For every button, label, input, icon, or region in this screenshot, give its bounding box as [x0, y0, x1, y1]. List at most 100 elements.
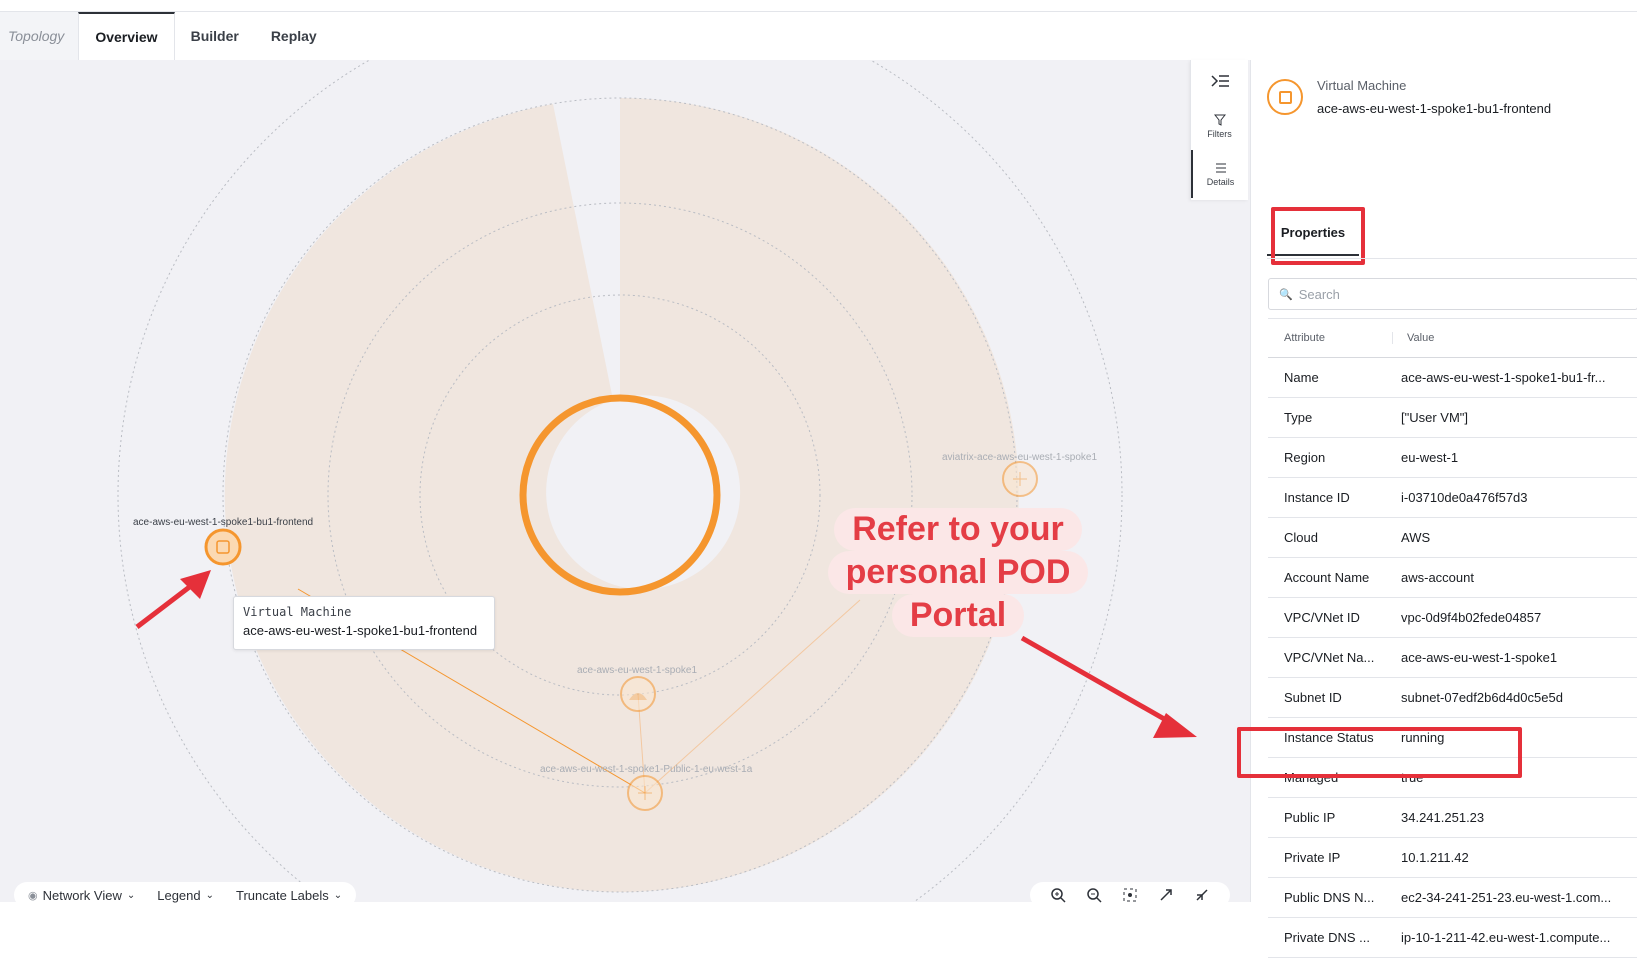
column-attribute[interactable]: Attribute: [1268, 332, 1393, 344]
callout-line-1: Refer to your: [834, 508, 1082, 551]
value-cell: ip-10-1-211-42.eu-west-1.compute...: [1401, 930, 1611, 945]
virtual-machine-icon: [1267, 79, 1303, 115]
legend-dropdown[interactable]: Legend ⌄: [157, 888, 214, 903]
value-cell: eu-west-1: [1401, 450, 1459, 465]
filters-button[interactable]: Filters: [1191, 102, 1248, 150]
node-spoke-vpc[interactable]: [620, 676, 656, 712]
attribute-cell: Type: [1284, 410, 1313, 425]
filters-label: Filters: [1207, 128, 1232, 139]
topology-canvas[interactable]: ace-aws-eu-west-1-spoke1-bu1-frontend av…: [0, 60, 1250, 902]
value-cell: vpc-0d9f4b02fede04857: [1401, 610, 1542, 625]
value-cell: ["User VM"]: [1401, 410, 1469, 425]
tab-divider: [1267, 258, 1637, 259]
details-label: Details: [1206, 176, 1235, 187]
network-view-label: Network View: [42, 887, 122, 903]
zoom-out-icon[interactable]: [1086, 887, 1102, 903]
value-cell: ec2-34-241-251-23.eu-west-1.com...: [1401, 890, 1612, 905]
value-cell: 34.241.251.23: [1401, 810, 1485, 825]
annotation-box-properties: [1271, 207, 1365, 265]
node-label-spoke-gateway: aviatrix-ace-aws-eu-west-1-spoke1: [942, 452, 1097, 463]
canvas-bottom-toolbar: ◉ Network View ⌄ Legend ⌄ Truncate Label…: [14, 882, 357, 908]
callout-line-2: personal POD: [827, 551, 1089, 594]
attribute-cell: Public DNS N...: [1284, 890, 1375, 905]
tooltip-name: ace-aws-eu-west-1-spoke1-bu1-frontend: [243, 623, 478, 638]
attribute-cell: Private IP: [1284, 850, 1341, 865]
selected-node-name: ace-aws-eu-west-1-spoke1-bu1-frontend: [1317, 101, 1552, 116]
chevron-down-icon: ⌄: [126, 889, 136, 901]
table-row: Name ace-aws-eu-west-1-spoke1-bu1-fr...: [1268, 358, 1637, 398]
table-row: Public DNS N... ec2-34-241-251-23.eu-west…: [1268, 878, 1637, 918]
details-button[interactable]: Details: [1191, 150, 1248, 198]
legend-label: Legend: [157, 887, 201, 903]
value-cell: 10.1.211.42: [1401, 850, 1469, 865]
annotation-callout: Refer to your personal POD Portal: [818, 508, 1098, 637]
annotation-arrow-left: [135, 570, 211, 629]
node-frontend-vm[interactable]: [204, 528, 242, 566]
properties-table: Attribute Value Name ace-aws-eu-west-1-sp…: [1268, 318, 1637, 958]
attribute-cell: Private DNS ...: [1284, 930, 1370, 945]
table-row: VPC/VNet Na... ace-aws-eu-west-1-spoke1: [1268, 638, 1637, 678]
properties-search[interactable]: 🔍: [1268, 278, 1637, 310]
tab-replay[interactable]: Replay: [255, 12, 333, 60]
top-bar: [0, 0, 1637, 12]
selected-node-header: Virtual Machine ace-aws-eu-west-1-spoke1…: [1267, 78, 1551, 116]
search-input[interactable]: [1298, 286, 1619, 302]
zoom-in-icon[interactable]: [1050, 887, 1066, 903]
center-ring: [519, 394, 721, 596]
filter-icon: [1213, 114, 1226, 126]
attribute-cell: Public IP: [1284, 810, 1336, 825]
attribute-cell: VPC/VNet ID: [1284, 610, 1360, 625]
attribute-cell: VPC/VNet Na...: [1284, 650, 1375, 665]
search-icon: 🔍: [1279, 288, 1293, 301]
node-spoke-gateway[interactable]: [1002, 461, 1038, 497]
table-row: Cloud AWS: [1268, 518, 1637, 558]
value-cell: aws-account: [1401, 570, 1474, 585]
collapse-icon[interactable]: [1194, 887, 1210, 903]
table-row: Subnet ID subnet-07edf2b6d4d0c5e5d: [1268, 678, 1637, 718]
table-row: Instance ID i-03710de0a476f57d3: [1268, 478, 1637, 518]
value-cell: ace-aws-eu-west-1-spoke1: [1401, 650, 1558, 665]
tab-overview[interactable]: Overview: [78, 12, 175, 60]
node-subnet[interactable]: [627, 775, 663, 811]
truncate-labels-dropdown[interactable]: Truncate Labels ⌄: [236, 888, 342, 903]
table-row: Region eu-west-1: [1268, 438, 1637, 478]
attribute-cell: Cloud: [1284, 530, 1318, 545]
eye-icon: ◉: [28, 889, 38, 902]
tab-topology[interactable]: Topology: [0, 12, 79, 60]
attribute-cell: Name: [1284, 370, 1319, 385]
chevron-down-icon: ⌄: [205, 889, 215, 901]
collapse-panel-button[interactable]: [1191, 60, 1248, 102]
attribute-cell: Instance ID: [1284, 490, 1350, 505]
value-cell: ace-aws-eu-west-1-spoke1-bu1-fr...: [1401, 370, 1606, 385]
table-row-public-ip: Public IP 34.241.251.23: [1268, 798, 1637, 838]
table-row: Type ["User VM"]: [1268, 398, 1637, 438]
attribute-cell: Account Name: [1284, 570, 1370, 585]
value-cell: i-03710de0a476f57d3: [1401, 490, 1528, 505]
value-cell: AWS: [1401, 530, 1431, 545]
table-row: Private DNS ... ip-10-1-211-42.eu-west-1.…: [1268, 918, 1637, 958]
attribute-cell: Region: [1284, 450, 1326, 465]
node-label-frontend: ace-aws-eu-west-1-spoke1-bu1-frontend: [133, 517, 313, 528]
attribute-cell: Subnet ID: [1284, 690, 1342, 705]
table-row: Account Name aws-account: [1268, 558, 1637, 598]
view-tabs: Topology Overview Builder Replay: [0, 12, 1637, 60]
zoom-toolbar: [1030, 882, 1230, 908]
column-value[interactable]: Value: [1393, 332, 1434, 344]
table-row: VPC/VNet ID vpc-0d9f4b02fede04857: [1268, 598, 1637, 638]
expand-icon[interactable]: [1158, 887, 1174, 903]
panel-rail: Filters Details: [1190, 60, 1248, 200]
topology-graph: ace-aws-eu-west-1-spoke1-bu1-frontend av…: [117, 60, 1197, 902]
network-view-dropdown[interactable]: ◉ Network View ⌄: [28, 888, 135, 903]
chevron-down-icon: ⌄: [333, 889, 343, 901]
tab-builder[interactable]: Builder: [175, 12, 255, 60]
details-list-icon: [1215, 163, 1226, 172]
fit-view-icon[interactable]: [1122, 887, 1138, 903]
truncate-labels-label: Truncate Labels: [236, 887, 329, 903]
annotation-box-public-ip: [1237, 727, 1522, 778]
node-label-subnet: ace-aws-eu-west-1-spoke1-Public-1-eu-wes…: [540, 764, 753, 775]
table-header: Attribute Value: [1268, 318, 1637, 358]
tooltip-kind: Virtual Machine: [243, 605, 352, 619]
selected-node-kind: Virtual Machine: [1317, 78, 1407, 93]
value-cell: subnet-07edf2b6d4d0c5e5d: [1401, 690, 1563, 705]
node-tooltip: Virtual Machine ace-aws-eu-west-1-spoke1…: [233, 596, 495, 650]
